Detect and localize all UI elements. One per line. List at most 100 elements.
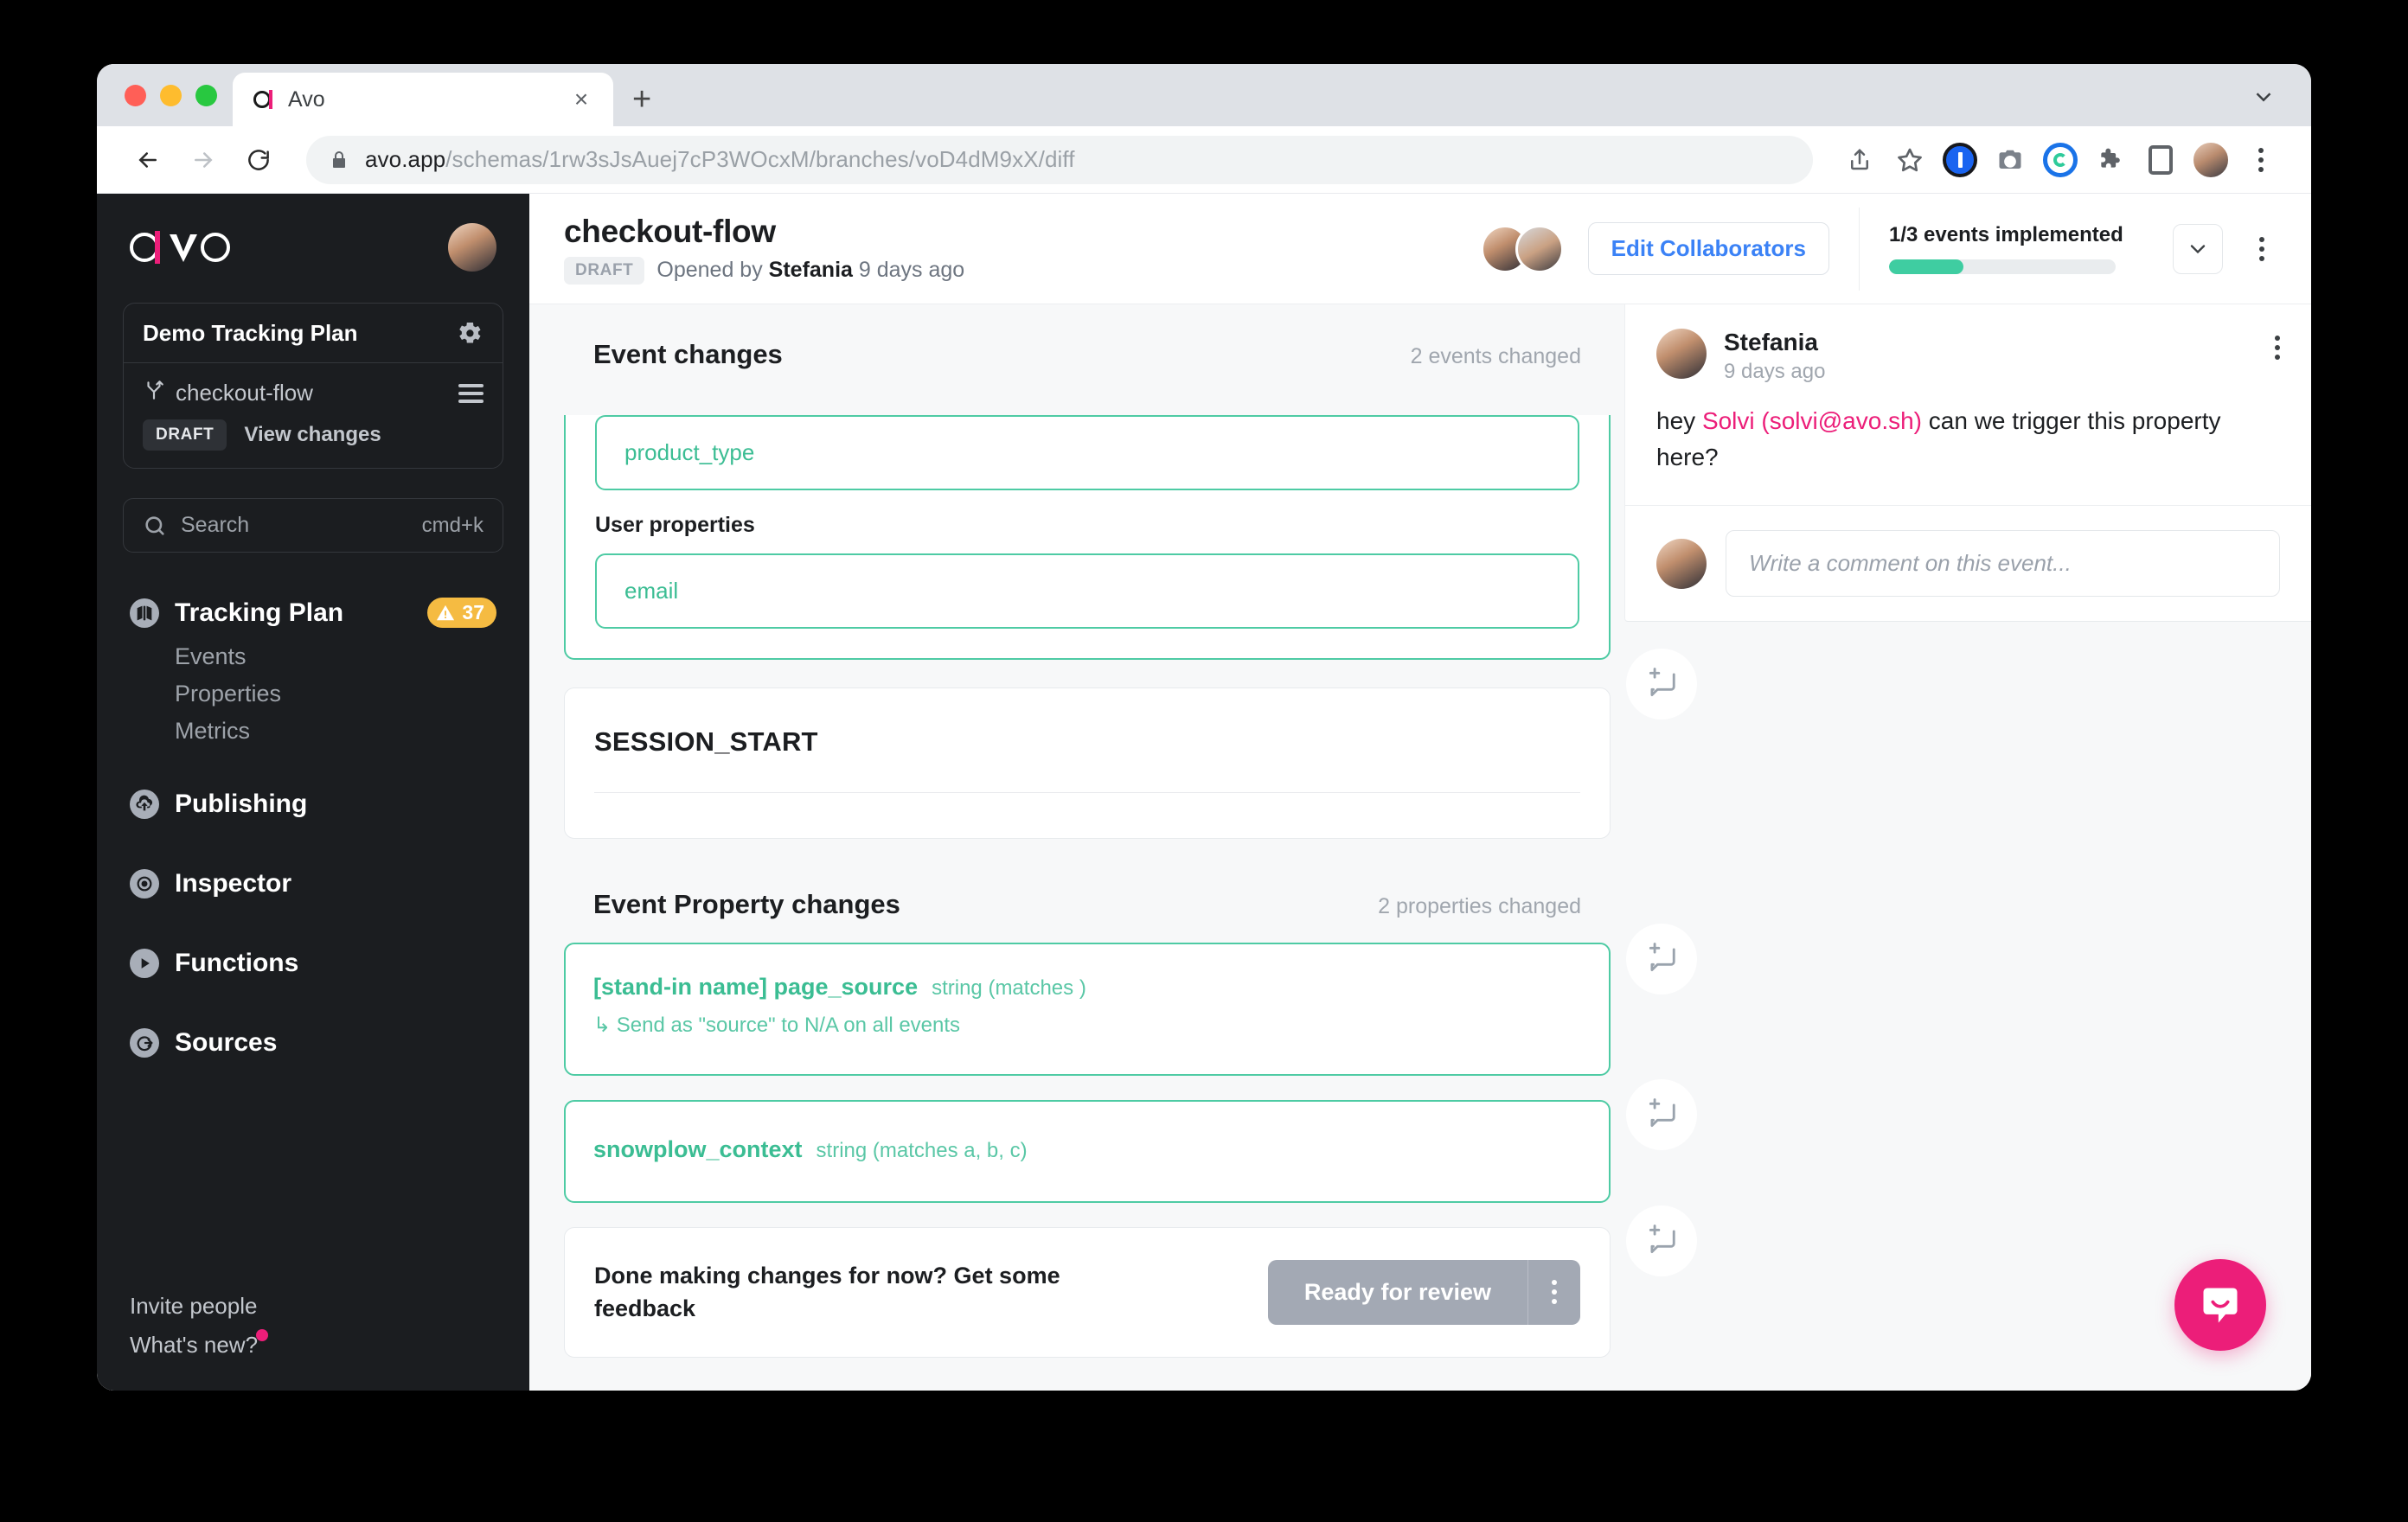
- section-count: 2 properties changed: [1378, 894, 1581, 918]
- sidebar-nav: Tracking Plan 37 Events Properties Metri…: [123, 587, 503, 1068]
- sidebar-item-label: Sources: [175, 1028, 278, 1057]
- extensions-puzzle-icon[interactable]: [2088, 137, 2133, 182]
- comment-header: Stefania 9 days ago: [1625, 304, 2311, 384]
- property-change-card[interactable]: snowplow_context string (matches a, b, c…: [564, 1100, 1611, 1203]
- comment-timestamp: 9 days ago: [1724, 360, 1826, 383]
- page-title-block: checkout-flow DRAFT Opened by Stefania 9…: [564, 214, 964, 285]
- event-change-card[interactable]: product_type User properties email: [564, 415, 1611, 660]
- property-change-card[interactable]: [stand-in name] page_source string (matc…: [564, 943, 1611, 1076]
- whats-new-link[interactable]: What's new?: [123, 1326, 269, 1365]
- sidebar-item-tracking-plan[interactable]: Tracking Plan 37: [123, 587, 503, 638]
- opened-meta: Opened by Stefania 9 days ago: [656, 258, 965, 282]
- sidebar-item-properties[interactable]: Properties: [175, 675, 503, 713]
- progress-track: [1889, 259, 2116, 274]
- close-icon[interactable]: ×: [568, 87, 594, 112]
- profile-avatar-icon[interactable]: [2188, 137, 2233, 182]
- add-comment-icon[interactable]: [1626, 924, 1697, 994]
- comment-more-menu-button[interactable]: [2275, 329, 2280, 360]
- page-title: checkout-flow: [564, 213, 776, 249]
- property-type: string (matches a, b, c): [816, 1139, 1028, 1162]
- progress-label: 1/3 events implemented: [1889, 223, 2123, 246]
- notification-dot: [256, 1329, 269, 1341]
- add-comment-icon[interactable]: [1626, 1205, 1697, 1276]
- plan-name: Demo Tracking Plan: [143, 319, 358, 346]
- side-panel-icon[interactable]: [2138, 137, 2183, 182]
- intercom-chat-icon[interactable]: [2174, 1259, 2266, 1351]
- branch-more-menu-button[interactable]: [2247, 236, 2277, 261]
- property-type: string (matches ): [932, 976, 1086, 1000]
- comment-input[interactable]: Write a comment on this event...: [1726, 530, 2280, 597]
- add-comment-icon[interactable]: [1626, 1079, 1697, 1150]
- minimize-window-button[interactable]: [160, 84, 182, 106]
- comment-composer: Write a comment on this event...: [1625, 505, 2311, 621]
- branch-name-wrap[interactable]: checkout-flow: [143, 379, 313, 407]
- address-bar[interactable]: avo.app/schemas/1rw3sJsAuej7cP3WOcxM/bra…: [306, 135, 1813, 184]
- 1password-icon[interactable]: [1937, 137, 1982, 182]
- gear-icon[interactable]: [456, 319, 484, 347]
- sidebar-item-inspector[interactable]: Inspector: [123, 859, 503, 909]
- view-changes-link[interactable]: View changes: [244, 423, 381, 447]
- user-avatar[interactable]: [448, 223, 496, 272]
- target-icon: [130, 869, 159, 898]
- status-badge[interactable]: 37: [427, 598, 496, 628]
- sidebar-item-label: Functions: [175, 949, 299, 977]
- user-properties-label: User properties: [595, 513, 755, 537]
- add-comment-icon[interactable]: [1626, 649, 1697, 719]
- avo-logo-icon: [252, 88, 274, 111]
- invite-people-link[interactable]: Invite people: [123, 1287, 264, 1326]
- hamburger-icon[interactable]: [458, 383, 484, 403]
- section-header: Event Property changes 2 properties chan…: [564, 863, 1611, 943]
- branch-icon: [143, 379, 165, 407]
- opened-by: Stefania: [768, 258, 853, 282]
- avatar: [1656, 329, 1707, 379]
- sidebar-item-functions[interactable]: Functions: [123, 938, 503, 988]
- divider: [1859, 207, 1860, 291]
- close-window-button[interactable]: [125, 84, 146, 106]
- map-icon: [130, 598, 159, 628]
- reload-icon[interactable]: [235, 137, 282, 183]
- search-input[interactable]: Search cmd+k: [123, 498, 503, 553]
- search-icon: [143, 514, 167, 538]
- ready-for-review-card: Done making changes for now? Get some fe…: [564, 1227, 1611, 1358]
- bookmark-star-icon[interactable]: [1887, 137, 1932, 182]
- edit-collaborators-button[interactable]: Edit Collaborators: [1587, 222, 1829, 275]
- sidebar-item-events[interactable]: Events: [175, 638, 503, 675]
- back-arrow-icon[interactable]: [125, 137, 171, 183]
- chevron-down-icon[interactable]: [2251, 84, 2277, 114]
- property-name: [stand-in name] page_source: [593, 974, 919, 1000]
- collaborator-avatars[interactable]: [1480, 224, 1564, 273]
- source-icon: [130, 1028, 159, 1058]
- expand-progress-button[interactable]: [2173, 223, 2223, 274]
- plan-header[interactable]: Demo Tracking Plan: [124, 304, 503, 363]
- app-container: Demo Tracking Plan checkout-flow DRAFT V…: [97, 194, 2311, 1391]
- share-icon[interactable]: [1837, 137, 1882, 182]
- browser-tab[interactable]: Avo ×: [233, 73, 613, 126]
- comment-panel: Stefania 9 days ago hey Solvi (solvi@avo…: [1624, 304, 2311, 622]
- property-chip[interactable]: product_type: [595, 415, 1579, 490]
- sidebar-item-metrics[interactable]: Metrics: [175, 713, 503, 750]
- diff-content[interactable]: Event changes 2 events changed product_t…: [529, 304, 2311, 1391]
- maximize-window-button[interactable]: [195, 84, 217, 106]
- avatar: [1656, 538, 1707, 589]
- property-chip[interactable]: email: [595, 553, 1579, 629]
- sidebar-item-publishing[interactable]: Publishing: [123, 779, 503, 829]
- ready-for-review-menu-button[interactable]: [1528, 1259, 1580, 1325]
- avo-logo[interactable]: [130, 227, 234, 267]
- mention-link[interactable]: Solvi (solvi@avo.sh): [1702, 407, 1922, 434]
- new-tab-button[interactable]: +: [632, 83, 651, 116]
- forward-arrow-icon[interactable]: [180, 137, 227, 183]
- browser-window: Avo × + avo.app/schemas/1rw3sJsAuej7cP3W…: [97, 64, 2311, 1391]
- branch-name: checkout-flow: [176, 380, 313, 406]
- branch-row: checkout-flow DRAFT View changes: [124, 363, 503, 468]
- chrome-menu-icon[interactable]: [2238, 137, 2283, 182]
- event-name: SESSION_START: [594, 726, 818, 757]
- screenshot-camera-icon[interactable]: [1988, 137, 2033, 182]
- sidebar-subnav: Events Properties Metrics: [123, 638, 503, 750]
- ready-for-review-button[interactable]: Ready for review: [1267, 1259, 1528, 1325]
- avatar: [1515, 224, 1564, 273]
- sync-circle-icon[interactable]: [2038, 137, 2083, 182]
- event-changes-section: Event changes 2 events changed product_t…: [564, 304, 1611, 660]
- event-card-session-start[interactable]: SESSION_START: [564, 687, 1611, 839]
- comment-author: Stefania: [1724, 329, 1818, 355]
- sidebar-item-sources[interactable]: Sources: [123, 1018, 503, 1068]
